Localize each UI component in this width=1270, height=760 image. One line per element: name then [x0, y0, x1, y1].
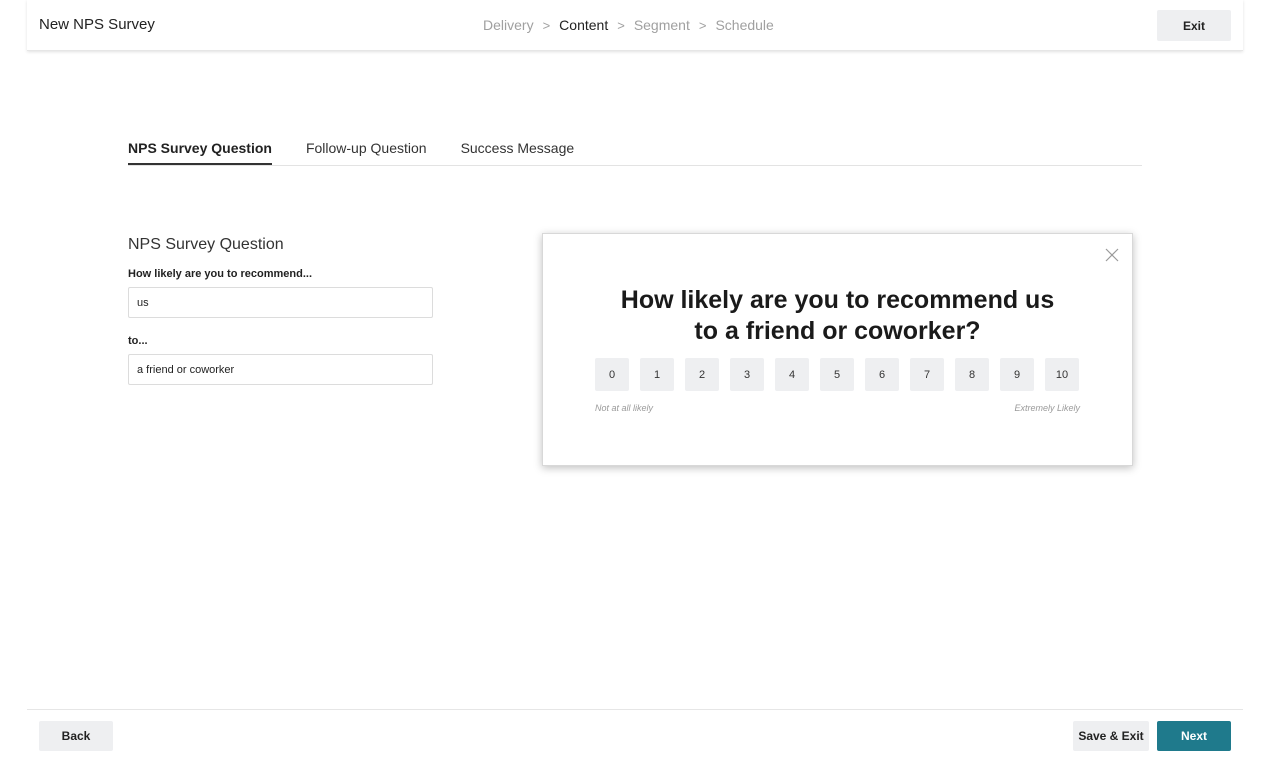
- chevron-right-icon: >: [698, 17, 707, 33]
- next-button[interactable]: Next: [1157, 721, 1231, 751]
- save-exit-button[interactable]: Save & Exit: [1073, 721, 1149, 751]
- scale-low-label: Not at all likely: [595, 403, 654, 413]
- content-tabs: NPS Survey Question Follow-up Question S…: [128, 140, 1142, 166]
- step-schedule[interactable]: Schedule: [715, 17, 773, 33]
- tab-success-message[interactable]: Success Message: [461, 140, 575, 165]
- step-breadcrumb: Delivery > Content > Segment > Schedule: [483, 17, 774, 33]
- score-button-3[interactable]: 3: [730, 358, 764, 391]
- score-button-2[interactable]: 2: [685, 358, 719, 391]
- step-content[interactable]: Content: [559, 17, 608, 33]
- step-segment[interactable]: Segment: [634, 17, 690, 33]
- chevron-right-icon: >: [617, 17, 625, 33]
- back-button[interactable]: Back: [39, 721, 113, 751]
- step-delivery[interactable]: Delivery: [483, 17, 534, 33]
- recommend-label: How likely are you to recommend...: [128, 268, 312, 280]
- close-icon[interactable]: [1105, 248, 1119, 262]
- score-scale: 0 1 2 3 4 5 6 7 8 9 10: [595, 358, 1079, 391]
- question-form: NPS Survey Question How likely are you t…: [128, 236, 433, 402]
- preview-question-line-1: How likely are you to recommend us: [620, 286, 1055, 314]
- form-title: NPS Survey Question: [128, 236, 284, 253]
- recommend-input[interactable]: [128, 287, 433, 318]
- preview-question-line-2: to a friend or coworker?: [694, 317, 981, 345]
- score-button-4[interactable]: 4: [775, 358, 809, 391]
- score-button-10[interactable]: 10: [1045, 358, 1079, 391]
- footer-bar: Back Save & Exit Next: [27, 709, 1243, 760]
- preview-question: How likely are you to recommend us to a …: [543, 285, 1132, 347]
- score-button-7[interactable]: 7: [910, 358, 944, 391]
- score-button-0[interactable]: 0: [595, 358, 629, 391]
- top-bar: New NPS Survey Delivery > Content > Segm…: [27, 0, 1243, 51]
- score-button-1[interactable]: 1: [640, 358, 674, 391]
- exit-button[interactable]: Exit: [1157, 10, 1231, 41]
- chevron-right-icon: >: [542, 17, 551, 33]
- score-button-6[interactable]: 6: [865, 358, 899, 391]
- survey-preview: How likely are you to recommend us to a …: [542, 233, 1133, 466]
- score-button-8[interactable]: 8: [955, 358, 989, 391]
- score-button-9[interactable]: 9: [1000, 358, 1034, 391]
- tab-nps-survey-question[interactable]: NPS Survey Question: [128, 140, 272, 165]
- page-title: New NPS Survey: [39, 16, 155, 33]
- to-label: to...: [128, 335, 148, 347]
- tab-follow-up-question[interactable]: Follow-up Question: [306, 140, 427, 165]
- score-button-5[interactable]: 5: [820, 358, 854, 391]
- to-input[interactable]: [128, 354, 433, 385]
- scale-high-label: Extremely Likely: [1014, 403, 1080, 413]
